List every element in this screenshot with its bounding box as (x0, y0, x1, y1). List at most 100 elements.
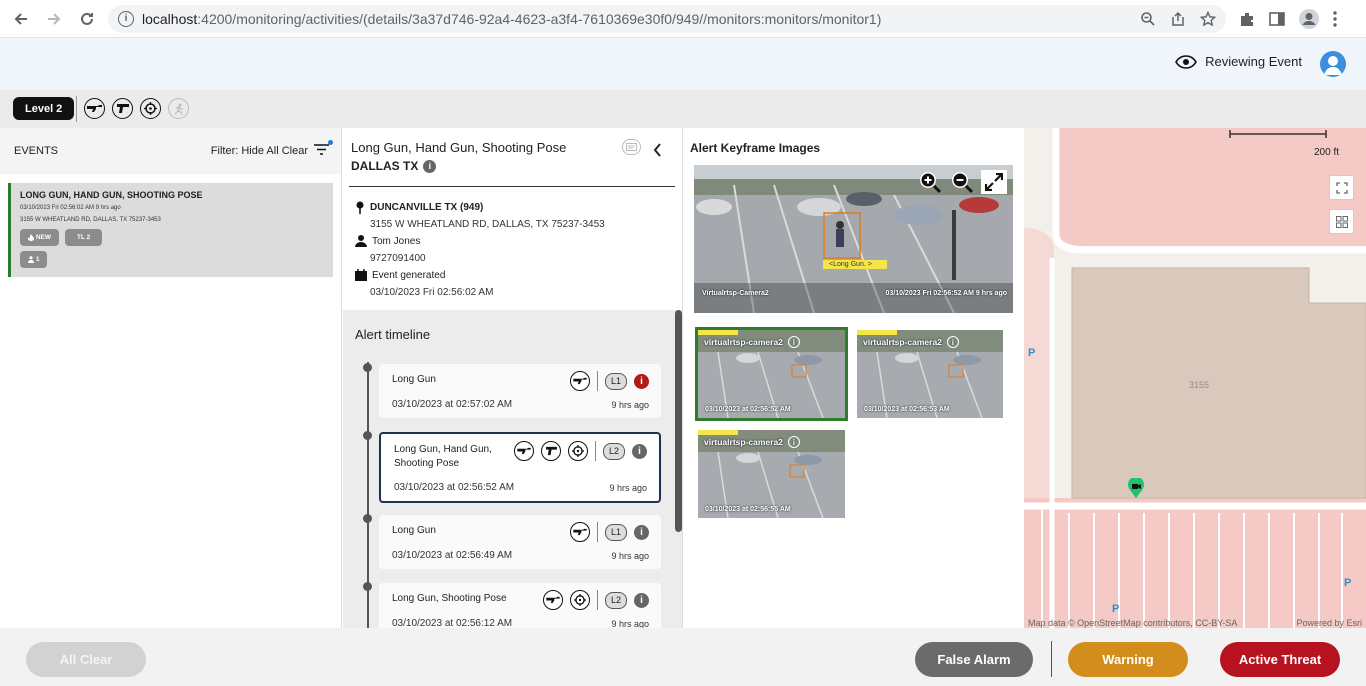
keyframe-title: Alert Keyframe Images (690, 141, 821, 155)
site-name: DUNCANVILLE TX (949) (370, 202, 484, 213)
keyframe-panel: Alert Keyframe Images <Long Gun. > Virtu… (684, 128, 1024, 628)
active-threat-button[interactable]: Active Threat (1220, 642, 1340, 677)
keyframe-thumbnail[interactable]: virtualrtsp-camera2 i 03/10/2023 at 02:56… (857, 330, 1003, 418)
camera-location-marker[interactable] (1127, 476, 1145, 503)
thumb-timestamp: 03/10/2023 at 02:56:52 AM (705, 406, 791, 413)
detail-divider (349, 186, 675, 187)
share-icon[interactable] (1170, 11, 1186, 27)
profile-icon[interactable] (1298, 8, 1320, 30)
site-info-icon[interactable]: i (118, 11, 134, 27)
timeline-dot (363, 363, 372, 372)
false-alarm-button[interactable]: False Alarm (915, 642, 1033, 677)
detail-title: Long Gun, Hand Gun, Shooting Pose (351, 140, 567, 155)
timeline-title: Alert timeline (355, 327, 431, 342)
map-attribution: Map data © OpenStreetMap contributors, C… (1028, 618, 1238, 628)
timeline-dot (363, 514, 372, 523)
timeline-item-name: Long Gun (392, 374, 436, 385)
icon-divider (597, 590, 598, 610)
filter-icon[interactable] (314, 140, 333, 158)
alert-info-icon[interactable]: i (634, 524, 649, 540)
timeline-item[interactable]: Long Gun L1 i 03/10/2023 at 02:56:49 AM … (379, 515, 661, 569)
icon-divider (597, 522, 598, 542)
timeline-item-time: 03/10/2023 at 02:56:52 AM (394, 482, 515, 493)
map-basemap-icon[interactable] (1329, 209, 1354, 234)
calendar-icon (355, 269, 367, 281)
timeline-dot (363, 582, 372, 591)
detail-location: DALLAS TX i (351, 159, 437, 173)
level-badge[interactable]: Level 2 (13, 97, 75, 120)
event-datetime: 03/10/2023 Fri 02:56:02 AM 9 hrs ago (20, 205, 121, 211)
extensions-icon[interactable] (1238, 10, 1256, 28)
generated-row: Event generated (355, 269, 445, 281)
alert-info-icon[interactable]: i (632, 443, 647, 459)
icon-divider (597, 371, 598, 391)
events-title: EVENTS (14, 145, 59, 157)
timeline-item[interactable]: Long Gun L1 i 03/10/2023 at 02:57:02 AM … (379, 364, 661, 418)
level-badge: L1 (605, 372, 627, 390)
filter-control[interactable]: Filter: Hide All Clear (211, 140, 333, 158)
shooting-pose-icon (568, 441, 588, 461)
person-icon (355, 235, 367, 247)
side-panel-icon[interactable] (1268, 10, 1286, 28)
timeline-item-ago: 9 hrs ago (611, 619, 649, 628)
thumb-info-icon[interactable]: i (787, 436, 800, 448)
events-header: EVENTS Filter: Hide All Clear (0, 128, 341, 174)
map-powered-by[interactable]: Powered by Esri (1296, 618, 1362, 628)
hand-gun-icon (541, 441, 561, 461)
main-timestamp: 03/10/2023 Fri 02:56:52 AM 9 hrs ago (885, 290, 1007, 297)
timeline-item-name: Long Gun, Hand Gun, Shooting Pose (394, 444, 492, 469)
timeline-item-ago: 9 hrs ago (611, 551, 649, 561)
keyframe-thumbnail[interactable]: virtualrtsp-camera2 i 03/10/2023 at 02:56… (698, 430, 845, 518)
timeline-item-time: 03/10/2023 at 02:56:49 AM (392, 550, 513, 561)
timeline-item-selected[interactable]: Long Gun, Hand Gun, Shooting Pose L2 i 0… (379, 432, 661, 503)
zoom-icon[interactable] (1140, 11, 1156, 27)
event-address: 3155 W WHEATLAND RD, DALLAS, TX 75237-34… (20, 217, 161, 223)
thumb-timestamp: 03/10/2023 at 02:56:55 AM (705, 506, 791, 513)
thumb-info-icon[interactable]: i (787, 336, 800, 348)
level-badge: L2 (603, 442, 625, 460)
url-path: :4200/monitoring/activities/(details/3a3… (197, 11, 882, 27)
timeline-scrollbar[interactable] (675, 310, 682, 532)
map-expand-icon[interactable] (1329, 175, 1354, 200)
location-pin-icon (356, 201, 364, 214)
alert-info-icon[interactable]: i (634, 592, 649, 608)
forward-icon[interactable] (43, 8, 65, 30)
hand-gun-icon[interactable] (112, 98, 133, 119)
menu-kebab-icon[interactable] (1332, 10, 1338, 28)
level-toolbar: Level 2 (0, 90, 1366, 128)
thumb-camera-name: virtualrtsp-camera2 (704, 437, 783, 447)
events-panel: EVENTS Filter: Hide All Clear LONG GUN, … (0, 128, 342, 628)
site-map[interactable]: 200 ft 3155 P P P Map data © OpenStreetM… (1024, 128, 1366, 628)
long-gun-icon (570, 371, 590, 391)
location-info-icon[interactable]: i (423, 159, 437, 173)
threat-level-chip: TL 2 (64, 229, 103, 246)
warning-button[interactable]: Warning (1068, 642, 1188, 677)
action-footer: All Clear False Alarm Warning Active Thr… (0, 628, 1366, 686)
long-gun-icon[interactable] (84, 98, 105, 119)
shooting-pose-icon[interactable] (140, 98, 161, 119)
keyframe-main-image[interactable]: <Long Gun. > Virtualrtsp-Camera2 03/10/2… (694, 165, 1013, 313)
running-person-icon[interactable] (168, 98, 189, 119)
bookmark-star-icon[interactable] (1200, 11, 1216, 27)
parking-marker: P (1028, 347, 1036, 359)
reload-icon[interactable] (76, 8, 98, 30)
timeline-item[interactable]: Long Gun, Shooting Pose L2 i 03/10/2023 … (379, 583, 661, 628)
reviewing-status: Reviewing Event (1175, 54, 1302, 69)
thumb-camera-name: virtualrtsp-camera2 (863, 337, 942, 347)
timeline-item-ago: 9 hrs ago (609, 483, 647, 493)
collapse-chevron-icon[interactable] (653, 143, 662, 162)
person-count: 1 (35, 256, 40, 263)
zoom-out-icon[interactable] (950, 170, 974, 194)
id-card-icon[interactable] (622, 139, 641, 155)
all-clear-button[interactable]: All Clear (26, 642, 146, 677)
address-bar[interactable]: i localhost:4200/monitoring/activities/(… (108, 5, 1226, 33)
event-list-item[interactable]: LONG GUN, HAND GUN, SHOOTING POSE 03/10/… (8, 183, 333, 277)
zoom-in-icon[interactable] (918, 170, 942, 194)
alert-info-icon[interactable]: i (634, 373, 649, 389)
back-icon[interactable] (10, 8, 32, 30)
user-avatar[interactable] (1320, 51, 1346, 77)
new-chip: NEW (20, 229, 59, 246)
thumb-info-icon[interactable]: i (946, 336, 959, 348)
keyframe-thumbnail-selected[interactable]: virtualrtsp-camera2 i 03/10/2023 at 02:56… (695, 327, 848, 421)
fullscreen-icon[interactable] (981, 170, 1007, 194)
